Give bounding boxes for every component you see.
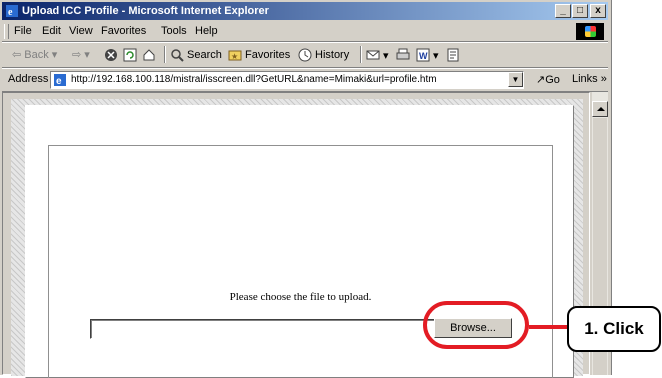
edit-button[interactable]: W ▾: [416, 48, 439, 62]
mail-icon: [366, 50, 380, 60]
standard-toolbar: ⇦ Back ▾ ⇨ ▾ Search ★ Favorites History: [2, 42, 608, 68]
address-url: http://192.168.100.118/mistral/isscreen.…: [71, 74, 437, 85]
windows-logo: [576, 23, 604, 40]
favorites-icon: ★: [228, 50, 242, 61]
callout-connector: [529, 325, 567, 329]
links-button[interactable]: Links »: [572, 73, 607, 85]
back-arrow-icon: ⇦: [12, 49, 22, 61]
home-icon: [143, 49, 155, 61]
menu-bar: File Edit View Favorites Tools Help: [2, 22, 608, 42]
svg-text:W: W: [419, 51, 428, 61]
forward-arrow-icon: ⇨ ▾: [72, 49, 90, 61]
menu-view[interactable]: View: [69, 25, 93, 37]
home-button[interactable]: [142, 48, 159, 62]
menu-tools[interactable]: Tools: [161, 25, 187, 37]
refresh-icon: [123, 48, 137, 62]
page-icon: e: [54, 74, 66, 87]
search-button[interactable]: Search: [170, 48, 222, 62]
history-label: History: [315, 49, 350, 61]
svg-text:e: e: [8, 7, 13, 18]
menu-favorites[interactable]: Favorites: [101, 25, 146, 37]
back-button[interactable]: ⇦ Back ▾: [12, 48, 57, 62]
close-button[interactable]: x: [590, 4, 606, 18]
ie-app-icon: e: [6, 5, 18, 18]
file-path-input[interactable]: [90, 319, 436, 339]
maximize-button[interactable]: □: [572, 4, 588, 18]
minimize-button[interactable]: _: [555, 4, 571, 18]
click-highlight-oval: [423, 301, 529, 349]
mail-button[interactable]: ▾: [366, 48, 389, 62]
search-icon: [171, 49, 184, 62]
menu-edit[interactable]: Edit: [42, 25, 61, 37]
discuss-icon: [447, 48, 459, 62]
svg-text:e: e: [56, 76, 62, 87]
history-icon: [298, 48, 312, 62]
back-label: Back: [24, 48, 49, 61]
toolbar-separator: [360, 46, 362, 63]
stop-button[interactable]: [104, 48, 121, 62]
favorites-label: Favorites: [245, 49, 291, 61]
forward-button[interactable]: ⇨ ▾: [72, 48, 90, 61]
window-controls: _ □ x: [554, 4, 606, 18]
print-icon: [396, 48, 410, 60]
click-callout: 1. Click: [567, 306, 661, 352]
address-bar: Address e http://192.168.100.118/mistral…: [2, 68, 608, 92]
address-label: Address: [8, 73, 49, 85]
title-bar: e Upload ICC Profile - Microsoft Interne…: [2, 2, 608, 20]
go-button[interactable]: ↗Go: [536, 73, 560, 86]
search-label: Search: [187, 49, 222, 61]
favorites-button[interactable]: ★ Favorites: [228, 48, 290, 62]
address-input[interactable]: e http://192.168.100.118/mistral/isscree…: [50, 71, 524, 89]
go-arrow-icon: ↗: [536, 74, 546, 86]
address-dropdown-button[interactable]: ▼: [508, 72, 523, 87]
word-edit-icon: W: [416, 48, 430, 62]
stop-icon: [105, 49, 117, 61]
window-title: Upload ICC Profile - Microsoft Internet …: [22, 5, 269, 17]
scroll-up-arrow-icon[interactable]: [592, 101, 608, 117]
menu-file[interactable]: File: [14, 25, 32, 37]
menubar-grip: [4, 24, 9, 39]
go-label: Go: [545, 74, 560, 86]
discuss-button[interactable]: [446, 48, 463, 62]
toolbar-separator: [164, 46, 166, 63]
history-button[interactable]: History: [298, 48, 349, 62]
refresh-button[interactable]: [123, 48, 140, 62]
svg-text:★: ★: [231, 52, 238, 61]
menu-help[interactable]: Help: [195, 25, 218, 37]
print-button[interactable]: [396, 48, 413, 62]
